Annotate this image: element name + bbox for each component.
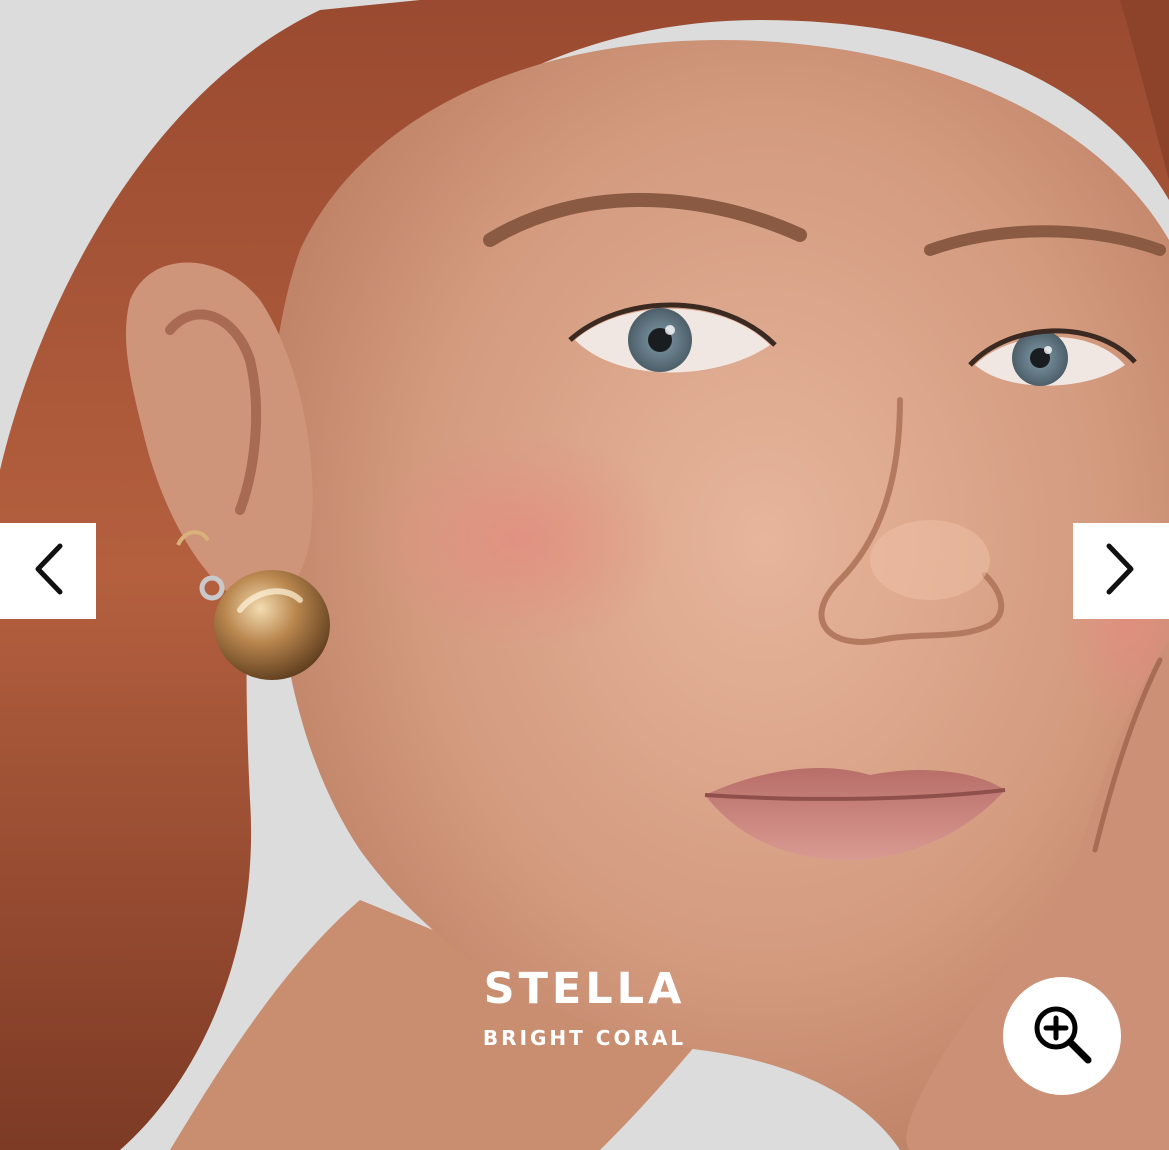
next-image-button[interactable] [1073,523,1169,619]
product-image-gallery: STELLA BRIGHT CORAL [0,0,1169,1150]
image-caption: STELLA BRIGHT CORAL [0,962,1169,1050]
zoom-button[interactable] [1003,977,1121,1095]
product-name: STELLA [483,964,686,1014]
zoom-in-icon [1030,1002,1094,1070]
chevron-left-icon [30,542,66,600]
previous-image-button[interactable] [0,523,96,619]
chevron-right-icon [1103,542,1139,600]
shade-name: BRIGHT CORAL [482,1026,687,1050]
